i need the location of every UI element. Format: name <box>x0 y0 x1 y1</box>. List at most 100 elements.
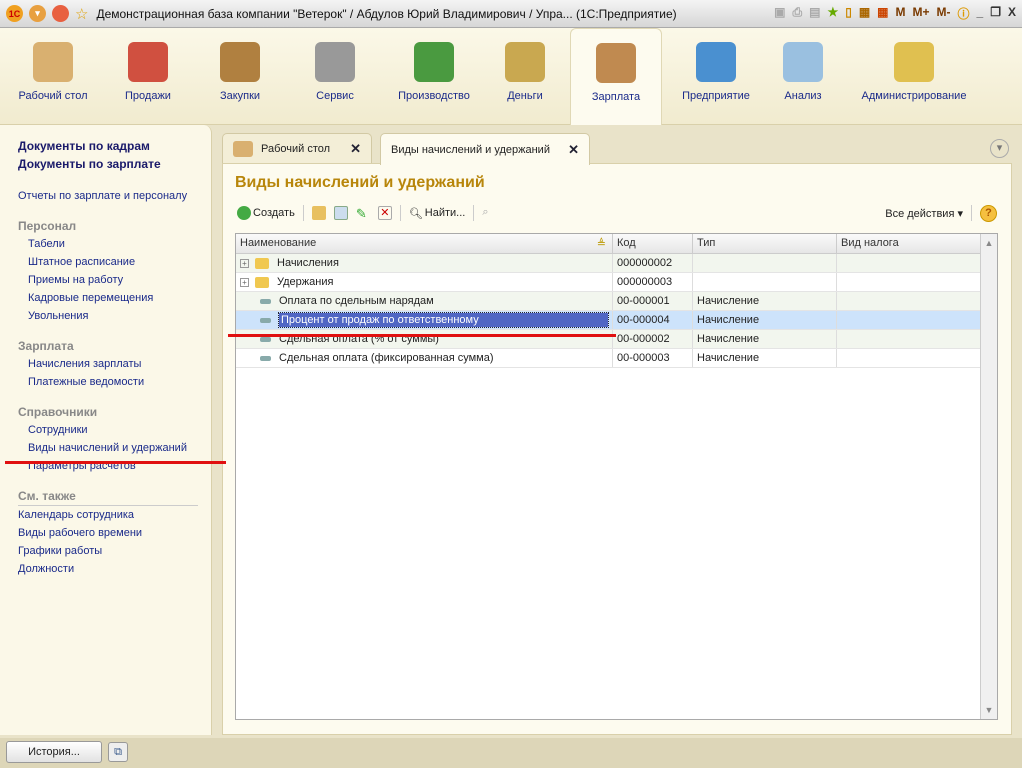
section-boxes-cart[interactable]: Закупки <box>204 28 276 125</box>
cell-type[interactable] <box>693 254 837 272</box>
restore-icon[interactable]: ❐ <box>990 5 1001 22</box>
nav-item[interactable]: Начисления зарплаты <box>18 355 211 373</box>
nav-item[interactable]: Платежные ведомости <box>18 373 211 391</box>
cell-code[interactable]: 000000003 <box>613 273 693 291</box>
column-header-code[interactable]: Код <box>613 234 693 253</box>
see-also-item[interactable]: Календарь сотрудника <box>18 506 211 524</box>
memory-plus-button[interactable]: M+ <box>913 5 930 22</box>
column-header-type[interactable]: Тип <box>693 234 837 253</box>
cell-name[interactable]: Сдельная оплата (фиксированная сумма) <box>236 349 613 367</box>
nav-item[interactable]: Сотрудники <box>18 421 211 439</box>
cell-tax[interactable] <box>837 254 981 272</box>
cell-type[interactable]: Начисление <box>693 311 837 329</box>
cell-tax[interactable] <box>837 349 981 367</box>
favorites-list-icon[interactable]: ▯ <box>845 5 852 22</box>
cell-code[interactable]: 00-000004 <box>613 311 693 329</box>
cell-tax[interactable] <box>837 273 981 291</box>
nav-item[interactable]: Виды начислений и удержаний <box>18 439 211 457</box>
cell-code[interactable]: 00-000003 <box>613 349 693 367</box>
favorites-star-icon[interactable]: ☆ <box>75 5 88 23</box>
section-building[interactable]: Предприятие <box>668 28 764 125</box>
preview-icon[interactable]: ▤ <box>809 5 820 22</box>
column-header-name[interactable]: Наименование ≜ <box>236 234 613 253</box>
cell-name[interactable]: + Удержания <box>236 273 613 291</box>
tabs-menu-icon[interactable]: ▾ <box>990 139 1009 158</box>
cell-name[interactable]: Процент от продаж по ответственному <box>236 311 613 329</box>
cell-code[interactable]: 00-000002 <box>613 330 693 348</box>
section-machine[interactable]: Производство <box>384 28 484 125</box>
close-tab-icon[interactable]: ✕ <box>350 141 361 157</box>
minimize-icon[interactable]: _ <box>977 5 984 22</box>
close-tab-icon[interactable]: ✕ <box>568 142 579 158</box>
table-row[interactable]: + Удержания 000000003 <box>236 273 997 292</box>
nav-hr-documents[interactable]: Документы по кадрам <box>18 137 211 155</box>
find-button[interactable]: 🔍︎ Найти... <box>409 207 466 220</box>
vertical-scrollbar[interactable]: ▲ ▼ <box>980 234 997 719</box>
new-folder-icon[interactable] <box>311 206 326 220</box>
cell-type[interactable]: Начисление <box>693 349 837 367</box>
tab-accruals[interactable]: Виды начислений и удержаний ✕ <box>380 133 590 165</box>
section-tools[interactable]: Сервис <box>300 28 370 125</box>
column-header-tax[interactable]: Вид налога <box>837 234 981 253</box>
nav-item[interactable]: Штатное расписание <box>18 253 211 271</box>
nav-reports[interactable]: Отчеты по зарплате и персоналу <box>18 187 211 205</box>
cell-type[interactable] <box>693 273 837 291</box>
section-desk-lamp[interactable]: Рабочий стол <box>14 28 92 125</box>
cell-type[interactable]: Начисление <box>693 292 837 310</box>
copy-icon[interactable] <box>333 206 348 220</box>
1c-logo-icon[interactable]: 1C <box>6 5 23 22</box>
expand-icon[interactable]: + <box>240 277 249 287</box>
mark-delete-icon[interactable]: ✕ <box>377 206 392 220</box>
nav-item[interactable]: Кадровые перемещения <box>18 289 211 307</box>
nav-salary-documents[interactable]: Документы по зарплате <box>18 155 211 173</box>
edit-pencil-icon[interactable]: ✎ <box>356 206 370 221</box>
all-actions-menu[interactable]: Все действия ▾ <box>885 207 963 220</box>
see-also-item[interactable]: Должности <box>18 560 211 578</box>
cell-name[interactable]: Оплата по сдельным нарядам <box>236 292 613 310</box>
see-also-item[interactable]: Виды рабочего времени <box>18 524 211 542</box>
cancel-search-icon[interactable]: ⌕ <box>482 206 496 220</box>
scroll-up-icon[interactable]: ▲ <box>981 238 997 248</box>
calendar-icon[interactable]: ▦ <box>877 5 888 22</box>
save-icon[interactable]: ▣ <box>774 5 785 22</box>
table-row[interactable]: Сдельная оплата (фиксированная сумма) 00-… <box>236 349 997 368</box>
table-row[interactable]: Сдельная оплата (% от суммы) 00-000002 Нач… <box>236 330 997 349</box>
table-row[interactable]: Оплата по сдельным нарядам 00-000001 Начис… <box>236 292 997 311</box>
history-button[interactable]: История... <box>6 741 102 763</box>
section-coins[interactable]: Деньги <box>494 28 556 125</box>
add-favorite-icon[interactable]: ★ <box>827 5 838 22</box>
help-button[interactable]: ? <box>980 204 997 222</box>
section-database-computer[interactable]: Администрирование <box>852 28 976 125</box>
nav-item[interactable]: Параметры расчетов <box>18 457 211 475</box>
memory-m-button[interactable]: M <box>896 5 906 22</box>
cell-name[interactable]: Сдельная оплата (% от суммы) <box>236 330 613 348</box>
section-worker-coins[interactable]: Зарплата <box>570 28 662 125</box>
menu-dropdown-icon[interactable]: ▾ <box>29 5 46 22</box>
close-icon[interactable]: X <box>1008 5 1016 22</box>
table-row[interactable]: Процент от продаж по ответственному 00-00… <box>236 311 997 330</box>
section-basket[interactable]: Продажи <box>108 28 188 125</box>
table-row[interactable]: + Начисления 000000002 <box>236 254 997 273</box>
memory-minus-button[interactable]: M- <box>937 5 951 22</box>
see-also-item[interactable]: Графики работы <box>18 542 211 560</box>
calculator-icon[interactable]: ▦ <box>859 5 870 22</box>
scroll-down-icon[interactable]: ▼ <box>981 705 997 715</box>
cell-name[interactable]: + Начисления <box>236 254 613 272</box>
cell-tax[interactable] <box>837 311 981 329</box>
nav-item[interactable]: Увольнения <box>18 307 211 325</box>
cell-type[interactable]: Начисление <box>693 330 837 348</box>
windows-icon[interactable]: ⧉ <box>108 742 128 762</box>
nav-item[interactable]: Приемы на работу <box>18 271 211 289</box>
tab-desktop[interactable]: Рабочий стол ✕ <box>222 133 372 164</box>
cell-code[interactable]: 000000002 <box>613 254 693 272</box>
info-icon[interactable]: ⓘ <box>958 5 970 22</box>
cell-code[interactable]: 00-000001 <box>613 292 693 310</box>
create-button[interactable]: Создать <box>237 206 295 220</box>
nav-item[interactable]: Табели <box>18 235 211 253</box>
cell-tax[interactable] <box>837 330 981 348</box>
stop-icon[interactable] <box>52 5 69 22</box>
expand-icon[interactable]: + <box>240 258 249 268</box>
cell-tax[interactable] <box>837 292 981 310</box>
section-chart[interactable]: Анализ <box>774 28 832 125</box>
print-icon[interactable]: ⎙ <box>792 5 802 22</box>
